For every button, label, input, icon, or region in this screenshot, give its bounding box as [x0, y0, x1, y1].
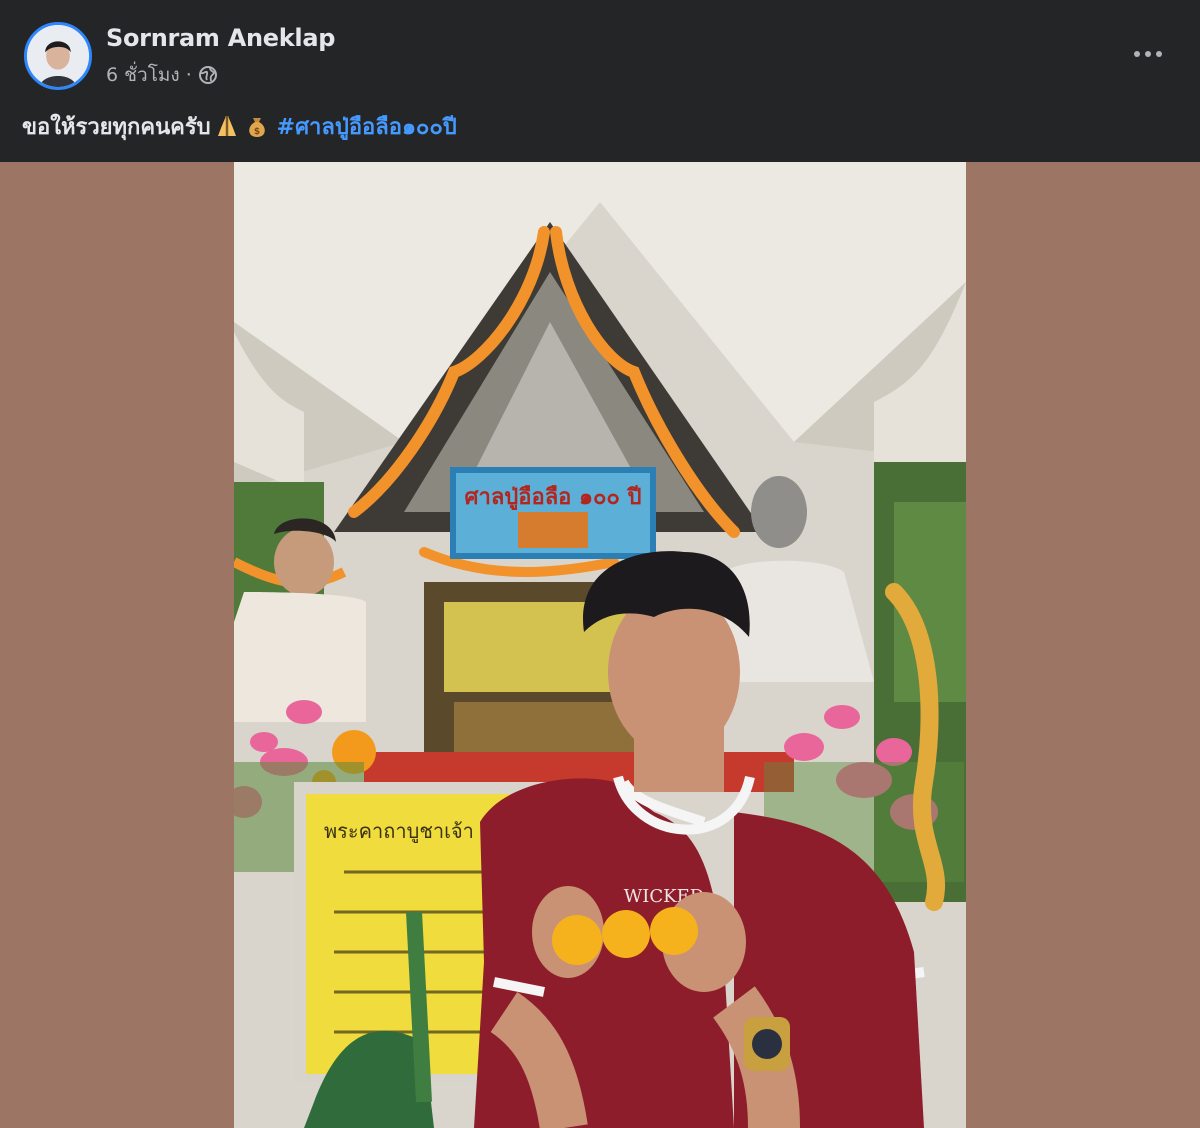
- author-avatar[interactable]: [24, 22, 92, 90]
- shrine-sign-text: ศาลปู่อือลือ ๑๐๐ ปี: [465, 485, 642, 511]
- post-caption: ขอให้รวยทุกคนครับ $ #ศาลปู่อือลือ๑๐๐ปี: [22, 108, 457, 144]
- money-bag-emoji-icon: $: [248, 118, 265, 137]
- more-options-icon[interactable]: [1128, 40, 1168, 68]
- post-photo-area: ศาลปู่อือลือ ๑๐๐ ปี พระคาถาบูชาเจ้า WICK…: [0, 162, 1200, 1128]
- post-meta: 6 ชั่วโมง ·: [106, 62, 218, 88]
- author-name[interactable]: Sornram Aneklap: [106, 24, 335, 52]
- avatar-image: [27, 25, 89, 87]
- folded-hands-emoji-icon: [217, 116, 236, 136]
- shrine-photo: ศาลปู่อือลือ ๑๐๐ ปี พระคาถาบูชาเจ้า WICK…: [234, 162, 966, 1128]
- post-timestamp[interactable]: 6 ชั่วโมง: [106, 60, 180, 90]
- meta-separator: ·: [185, 64, 192, 86]
- post-header: Sornram Aneklap 6 ชั่วโมง · ขอให้รวยทุกค…: [0, 0, 1200, 162]
- svg-text:$: $: [254, 127, 260, 137]
- plaque-title: พระคาถาบูชาเจ้า: [324, 819, 474, 844]
- caption-text: ขอให้รวยทุกคนครับ: [22, 114, 211, 140]
- post-photo[interactable]: ศาลปู่อือลือ ๑๐๐ ปี พระคาถาบูชาเจ้า WICK…: [234, 162, 966, 1128]
- hashtag-link[interactable]: #ศาลปู่อือลือ๑๐๐ปี: [277, 109, 457, 144]
- globe-icon[interactable]: [198, 65, 218, 85]
